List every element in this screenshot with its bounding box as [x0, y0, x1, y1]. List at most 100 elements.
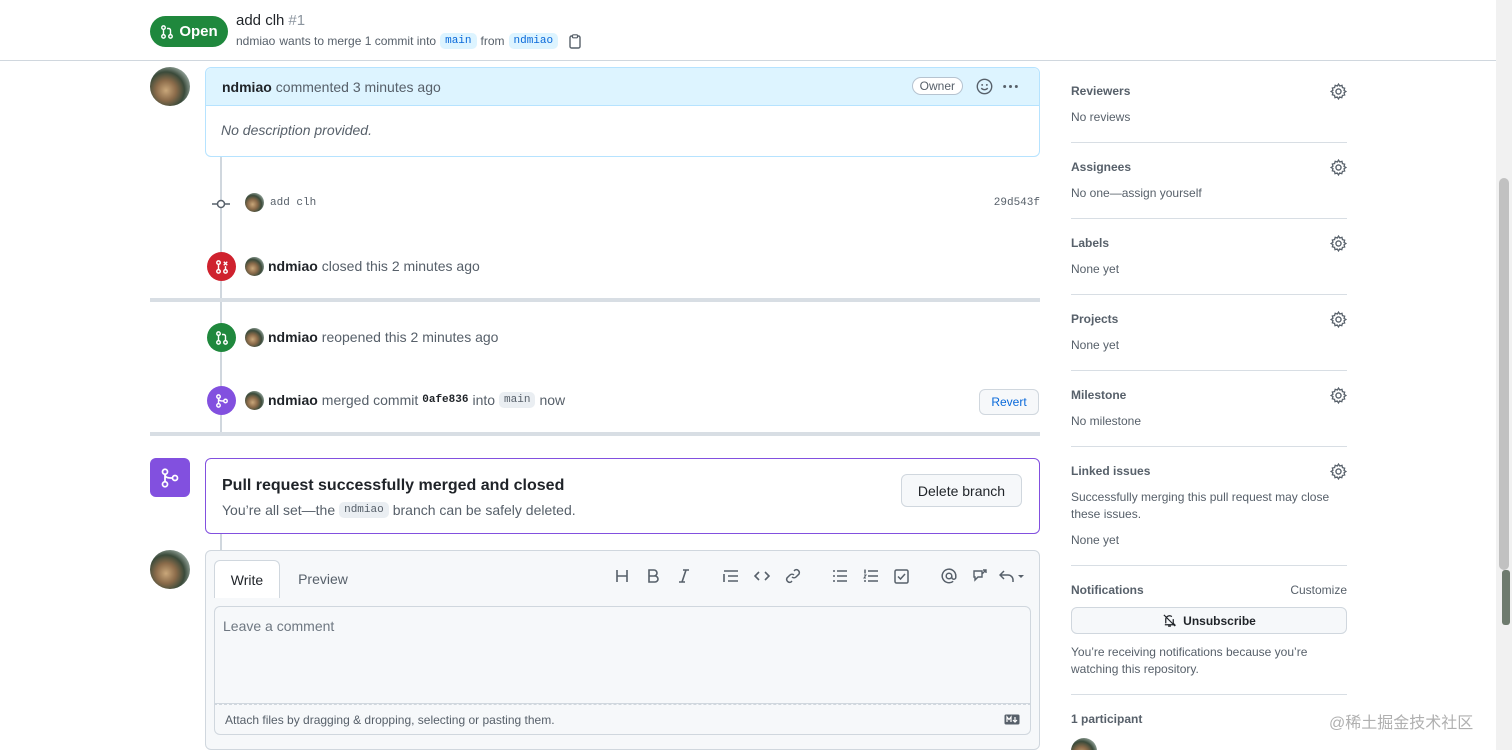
link-icon[interactable] [777, 565, 808, 587]
commit-message[interactable]: add clh [270, 197, 316, 209]
avatar[interactable] [245, 257, 264, 276]
sidebar-heading[interactable]: Reviewers [1071, 84, 1347, 99]
base-branch[interactable]: main [440, 33, 477, 49]
attach-files-bar[interactable]: Attach files by dragging & dropping, sel… [214, 704, 1031, 735]
sidebar-value: No reviews [1071, 110, 1131, 124]
unordered-list-icon[interactable] [824, 565, 855, 587]
head-branch[interactable]: ndmiao [508, 33, 559, 49]
markdown-icon[interactable] [1004, 714, 1020, 728]
sidebar-heading[interactable]: Projects [1071, 312, 1347, 327]
reply-icon[interactable] [995, 565, 1029, 587]
sidebar-value: None yet [1071, 262, 1120, 276]
merged-sub-before: You’re all set—the [222, 502, 336, 518]
comment-textarea[interactable]: Leave a comment [214, 606, 1031, 704]
sidebar-reviewers: Reviewers No reviews [1071, 67, 1348, 143]
unsubscribe-button[interactable]: Unsubscribe [1071, 607, 1347, 634]
sidebar-heading[interactable]: Linked issues [1071, 464, 1347, 479]
commit-row: add clh 29d543f [212, 193, 1040, 213]
reopened-event: ndmiao reopened this 2 minutes ago [268, 329, 498, 345]
event-time: now [539, 392, 566, 408]
notification-reason: You’re receiving notifications because y… [1071, 645, 1308, 676]
participant-avatar[interactable] [1071, 738, 1097, 750]
gear-icon[interactable] [1329, 386, 1348, 407]
merged-status-icon-box [150, 458, 190, 497]
avatar[interactable] [245, 193, 264, 212]
copy-icon[interactable] [568, 33, 582, 49]
event-author[interactable]: ndmiao [268, 392, 318, 408]
mention-icon[interactable] [933, 565, 964, 587]
event-text: closed this 2 minutes ago [321, 258, 480, 274]
avatar[interactable] [150, 67, 190, 106]
sidebar-description: Successfully merging this pull request m… [1071, 490, 1330, 521]
smiley-icon[interactable] [976, 78, 993, 98]
state-label: Open [179, 23, 218, 40]
italic-icon[interactable] [668, 565, 699, 587]
pull-request-icon [161, 24, 174, 39]
sidebar-heading[interactable]: Labels [1071, 236, 1347, 251]
merge-text: wants to merge 1 commit into [279, 34, 437, 48]
pr-meta: ndmiao wants to merge 1 commit into main… [236, 33, 582, 49]
comment-body: No description provided. [221, 122, 372, 138]
cross-reference-icon[interactable] [964, 565, 995, 587]
timeline-divider [150, 298, 1040, 302]
sidebar-value: No milestone [1071, 414, 1142, 428]
git-merge-icon [215, 393, 228, 408]
code-icon[interactable] [746, 565, 777, 587]
avatar[interactable] [245, 328, 264, 347]
gear-icon[interactable] [1329, 462, 1348, 483]
kebab-horizontal-icon[interactable] [1002, 78, 1019, 98]
delete-branch-button[interactable]: Delete branch [901, 474, 1022, 507]
bold-icon[interactable] [637, 565, 668, 587]
comment-box: ndmiao commented 3 minutes ago Owner No … [205, 67, 1040, 157]
sidebar-value: None yet [1071, 533, 1120, 547]
sidebar-value: None yet [1071, 338, 1120, 352]
ordered-list-icon[interactable] [855, 565, 886, 587]
markdown-toolbar [606, 565, 1029, 587]
customize-link[interactable]: Customize [1290, 583, 1347, 597]
gear-icon[interactable] [1329, 310, 1348, 331]
pr-number: #1 [288, 12, 306, 29]
tab-write[interactable]: Write [214, 560, 280, 598]
avatar[interactable] [245, 391, 264, 410]
owner-badge: Owner [911, 77, 963, 95]
into-text: into [472, 392, 496, 408]
sidebar-heading[interactable]: Milestone [1071, 388, 1347, 403]
merged-branch[interactable]: ndmiao [339, 502, 389, 518]
comment-action: commented 3 minutes ago [275, 78, 441, 95]
pr-author-link[interactable]: ndmiao [236, 34, 275, 48]
merged-sub-after: branch can be safely deleted. [392, 502, 576, 518]
from-text: from [480, 34, 505, 48]
quote-icon[interactable] [715, 565, 746, 587]
gear-icon[interactable] [1329, 82, 1348, 103]
sidebar-milestone: Milestone No milestone [1071, 371, 1348, 447]
task-list-icon[interactable] [886, 565, 917, 587]
git-commit-icon [212, 197, 230, 213]
unsubscribe-label: Unsubscribe [1183, 613, 1256, 628]
sidebar-participants: 1 participant [1071, 695, 1347, 750]
sidebar-value[interactable]: No one—assign yourself [1071, 185, 1347, 202]
avatar[interactable] [150, 550, 190, 589]
pr-title: add clh #1 [236, 12, 305, 29]
merge-commit-sha[interactable]: 0afe836 [422, 394, 468, 406]
commit-sha[interactable]: 29d543f [994, 197, 1040, 209]
pr-sidebar: Reviewers No reviews Assignees No one—as… [1071, 67, 1348, 750]
sidebar-heading: 1 participant [1071, 712, 1143, 726]
event-author[interactable]: ndmiao [268, 258, 318, 274]
comment-author[interactable]: ndmiao [222, 79, 272, 95]
tab-preview[interactable]: Preview [288, 560, 358, 598]
gear-icon[interactable] [1329, 158, 1348, 179]
merged-status-box: Pull request successfully merged and clo… [205, 458, 1040, 534]
git-merge-icon [161, 467, 179, 488]
scrollbar[interactable] [1496, 0, 1512, 750]
scrollbar-thumb[interactable] [1499, 178, 1509, 570]
closed-event-badge [207, 252, 236, 281]
gear-icon[interactable] [1329, 234, 1348, 255]
attach-text: Attach files by dragging & dropping, sel… [225, 712, 555, 727]
revert-button[interactable]: Revert [979, 389, 1039, 415]
merged-subtitle: You’re all set—the ndmiao branch can be … [222, 502, 576, 518]
comment-placeholder: Leave a comment [223, 618, 335, 634]
heading-icon[interactable] [606, 565, 637, 587]
event-author[interactable]: ndmiao [268, 329, 318, 345]
sidebar-heading[interactable]: Assignees [1071, 160, 1347, 175]
merge-target-branch[interactable]: main [499, 392, 536, 408]
